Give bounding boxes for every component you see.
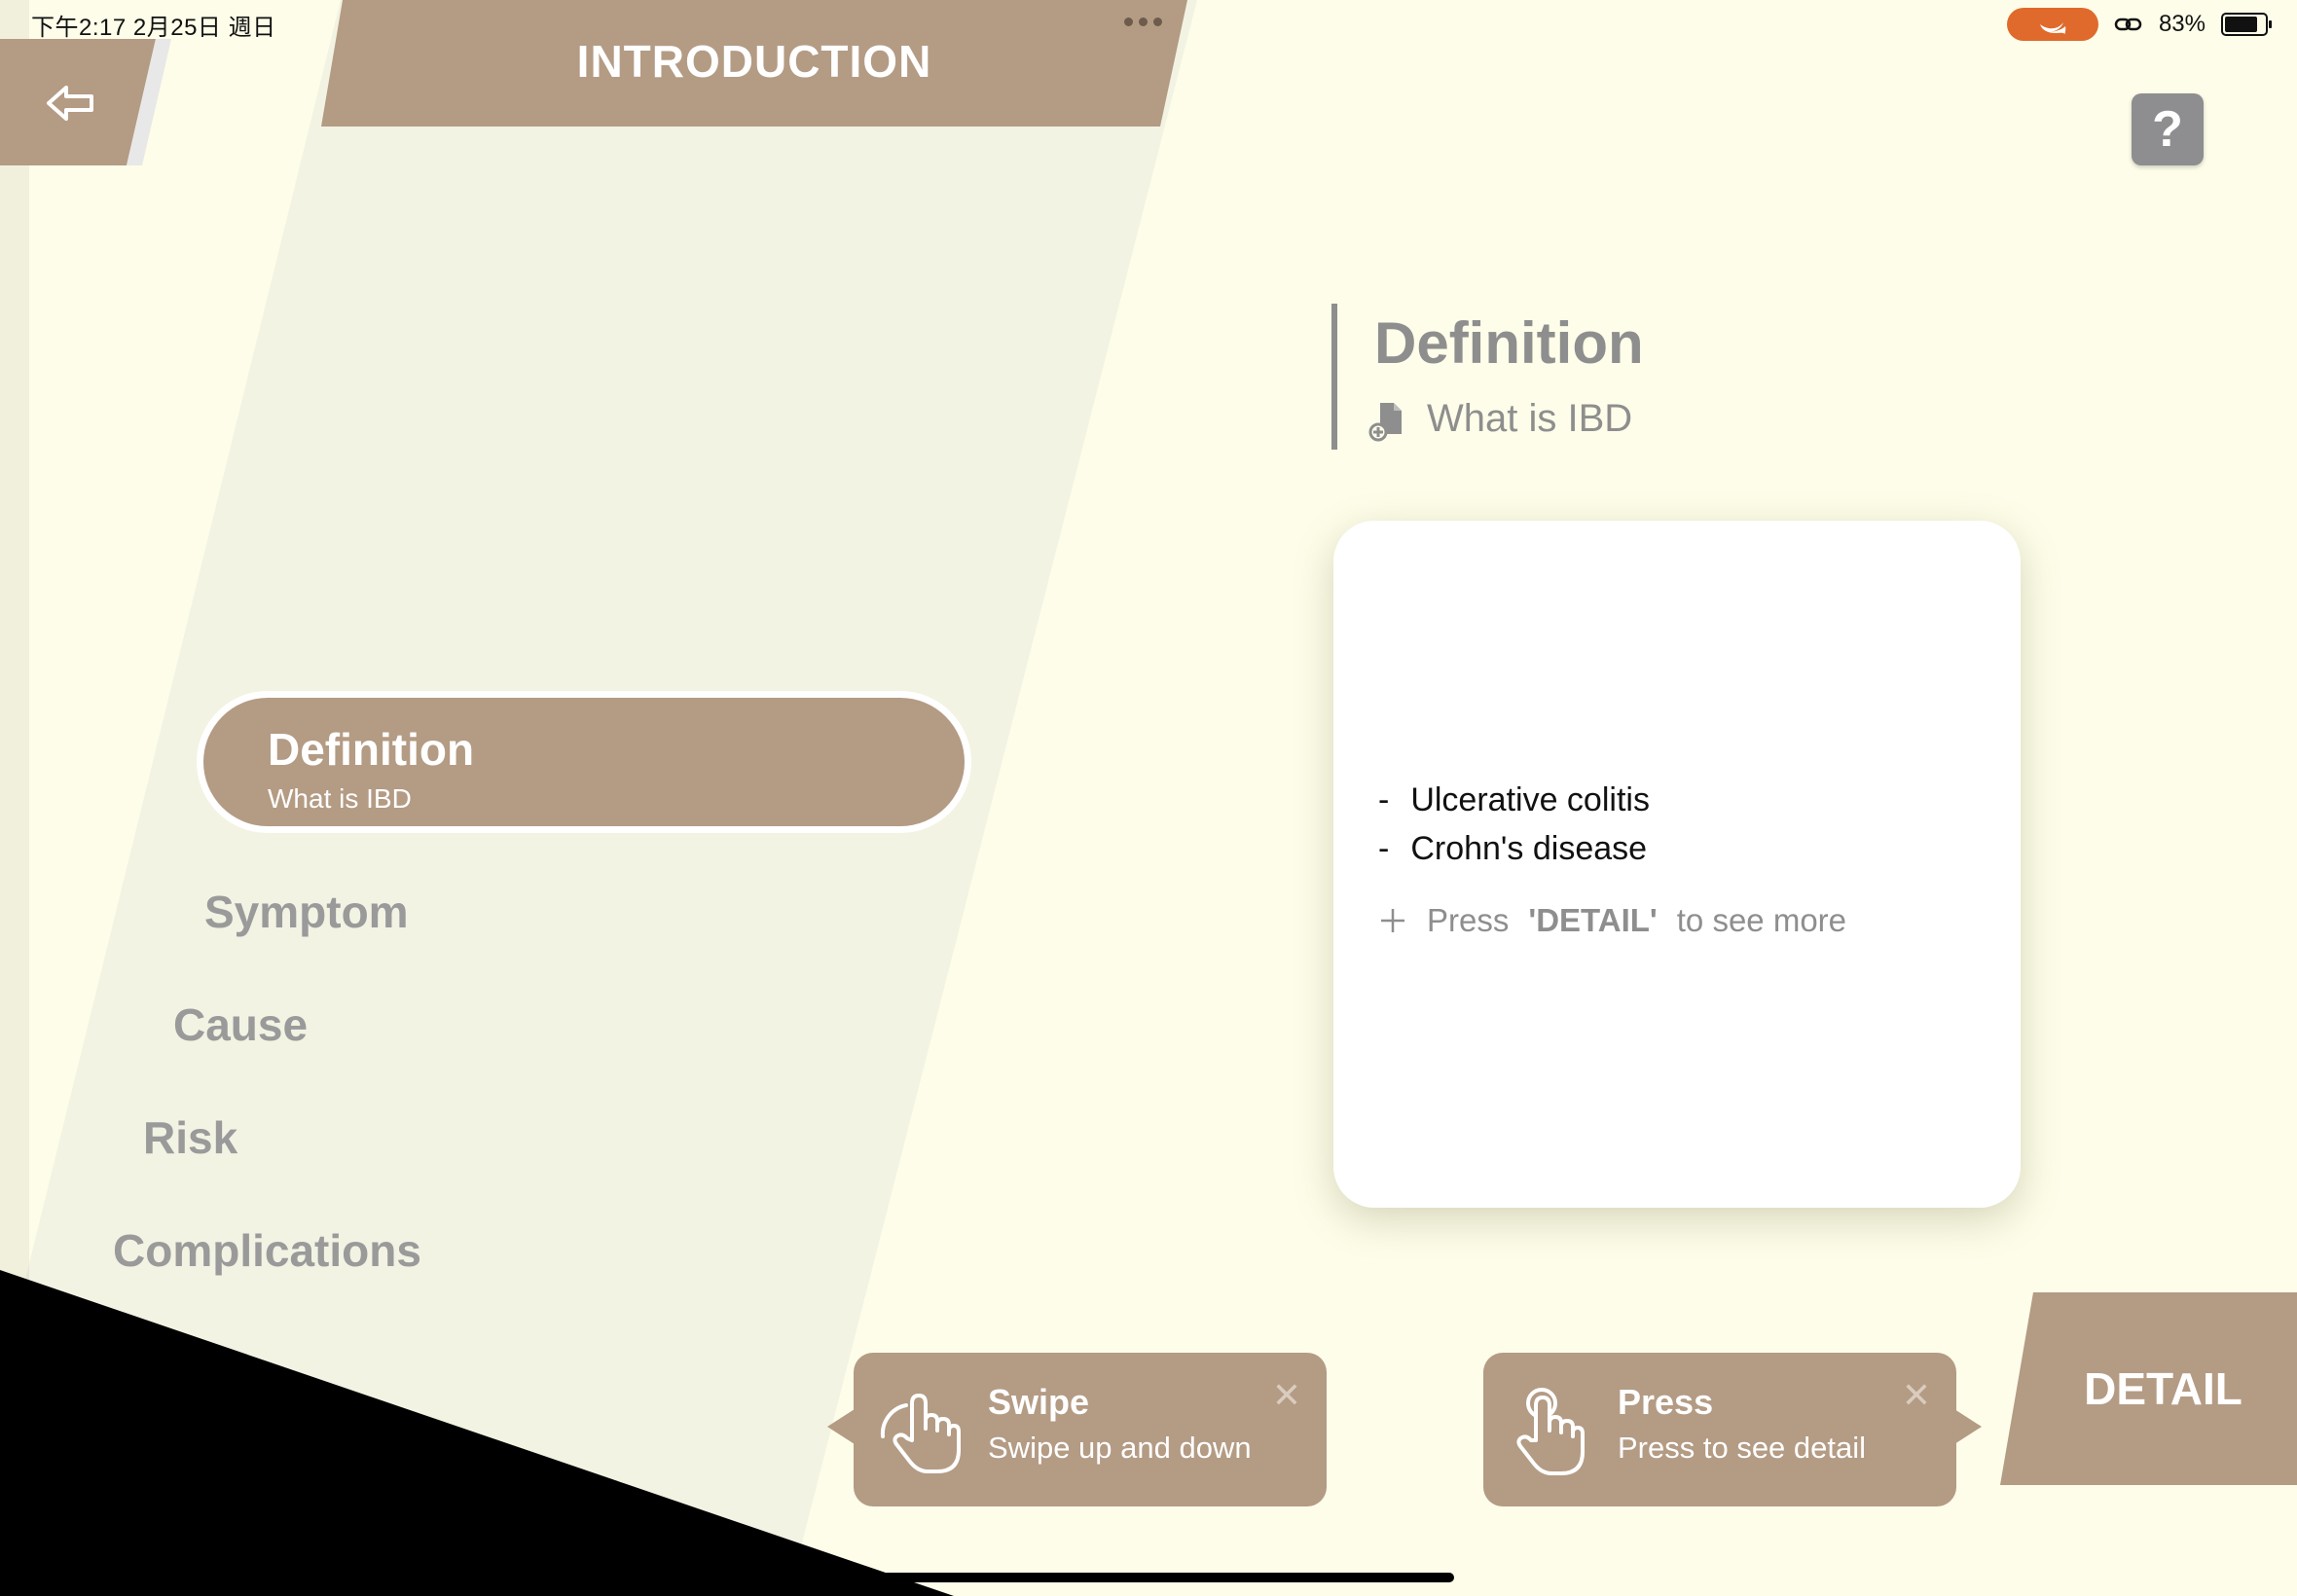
status-time-date: 下午2:17 2月25日 週日 <box>31 15 276 41</box>
battery-percent: 83% <box>2158 11 2206 37</box>
swift-icon <box>2039 22 2066 34</box>
close-icon[interactable]: ✕ <box>1272 1378 1301 1413</box>
status-right-group: 83% <box>2006 8 2272 41</box>
link-icon <box>2114 18 2142 31</box>
content-subtitle: What is IBD <box>1427 397 1633 440</box>
page-title: INTRODUCTION <box>576 36 932 87</box>
help-button[interactable]: ? <box>2132 93 2204 165</box>
toast-subtitle: Swipe up and down <box>988 1431 1252 1465</box>
title-tab: INTRODUCTION <box>321 0 1187 127</box>
sidebar-item-title: Definition <box>268 724 475 775</box>
toast-subtitle: Press to see detail <box>1618 1431 1867 1465</box>
detail-button-label: DETAIL <box>2084 1363 2242 1414</box>
sidebar-item-risk[interactable]: Risk <box>143 1111 237 1164</box>
battery-level <box>2225 17 2257 32</box>
home-indicator[interactable] <box>843 1573 1454 1582</box>
document-plus-icon <box>1368 403 1402 442</box>
content-card[interactable]: - Ulcerative colitis - Crohn's disease P… <box>1333 521 2021 1208</box>
list-item: - Crohn's disease <box>1378 830 1648 867</box>
hand-press-icon <box>1516 1388 1585 1475</box>
sidebar-item-cause[interactable]: Cause <box>173 998 308 1051</box>
toast-title: Swipe <box>988 1382 1090 1422</box>
detail-hint: Press 'DETAIL' to see more <box>1378 902 1846 939</box>
toast-pointer <box>1954 1409 1982 1444</box>
plus-icon <box>1381 909 1404 932</box>
toast-title: Press <box>1618 1382 1714 1422</box>
sidebar-item-definition[interactable]: Definition What is IBD <box>197 691 971 833</box>
sidebar-item-complications[interactable]: Complications <box>113 1224 421 1277</box>
close-icon[interactable]: ✕ <box>1902 1378 1931 1413</box>
battery-icon <box>2221 13 2272 36</box>
question-icon: ? <box>2152 101 2183 158</box>
sidebar-item-subtitle: What is IBD <box>268 783 412 814</box>
list-item: - Ulcerative colitis <box>1378 781 1650 818</box>
definition-accent-bar <box>1331 304 1337 450</box>
sidebar-item-symptom[interactable]: Symptom <box>204 886 409 938</box>
swift-badge <box>2006 8 2098 41</box>
arrow-left-icon[interactable] <box>41 74 99 132</box>
press-toast: Press Press to see detail ✕ <box>1483 1353 1956 1506</box>
hand-swipe-icon <box>880 1394 961 1473</box>
detail-button[interactable]: DETAIL <box>2000 1292 2297 1485</box>
swipe-toast: Swipe Swipe up and down ✕ <box>854 1353 1327 1506</box>
content-title: Definition <box>1374 310 1644 376</box>
multitask-dots-icon[interactable] <box>1124 18 1162 26</box>
toast-pointer <box>827 1409 855 1444</box>
